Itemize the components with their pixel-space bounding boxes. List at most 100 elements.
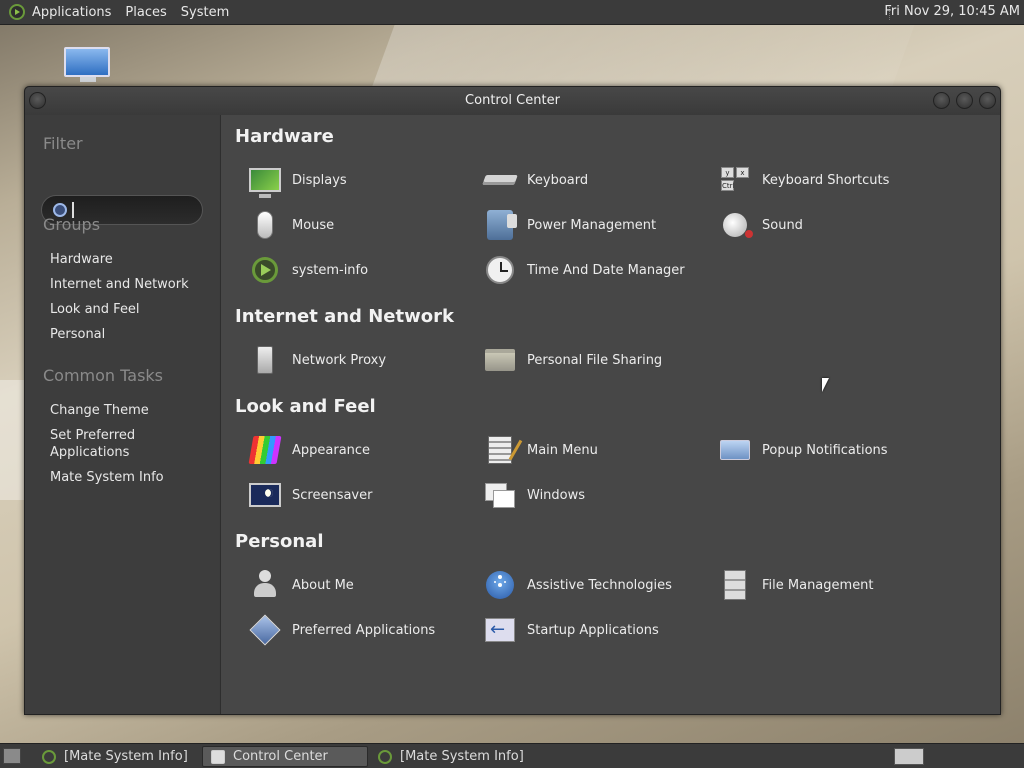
item-main-menu[interactable]: Main Menu xyxy=(483,433,598,467)
item-label: Displays xyxy=(292,172,347,188)
taskbar-item-mate-system-info[interactable]: [Mate System Info] xyxy=(34,746,199,767)
power-management-icon xyxy=(487,210,517,240)
titlebar[interactable]: Control Center xyxy=(25,87,1000,115)
item-network-proxy[interactable]: Network Proxy xyxy=(248,343,386,377)
item-label: File Management xyxy=(762,577,874,593)
close-button[interactable] xyxy=(979,92,996,109)
item-sound[interactable]: Sound xyxy=(718,208,803,242)
workspace-switcher[interactable] xyxy=(894,748,924,765)
task-mate-system-info[interactable]: Mate System Info xyxy=(50,469,164,486)
category-title-personal: Personal xyxy=(235,531,324,552)
keyboard-icon xyxy=(482,175,518,185)
show-desktop-button[interactable] xyxy=(3,748,21,764)
file-management-icon xyxy=(724,570,746,600)
item-assistive-technologies[interactable]: Assistive Technologies xyxy=(483,568,672,602)
item-label: Time And Date Manager xyxy=(527,262,685,278)
minimize-button[interactable] xyxy=(933,92,950,109)
folder-icon xyxy=(485,349,515,371)
control-center-icon xyxy=(211,749,225,764)
system-info-icon xyxy=(42,749,56,764)
item-label: system-info xyxy=(292,262,369,278)
task-label: Control Center xyxy=(233,749,328,764)
category-title-internet-network: Internet and Network xyxy=(235,306,454,327)
item-label: Sound xyxy=(762,217,803,233)
bottom-panel: [Mate System Info] Control Center [Mate … xyxy=(0,743,1024,768)
clock[interactable]: Fri Nov 29, 10:45 AM xyxy=(884,4,1020,19)
item-popup-notifications[interactable]: Popup Notifications xyxy=(718,433,888,467)
category-title-hardware: Hardware xyxy=(235,126,334,147)
item-label: Keyboard xyxy=(527,172,589,188)
item-label: Personal File Sharing xyxy=(527,352,663,368)
group-link-look-and-feel[interactable]: Look and Feel xyxy=(50,301,140,318)
clock-icon xyxy=(486,256,514,284)
item-label: Main Menu xyxy=(527,442,598,458)
filter-heading: Filter xyxy=(43,134,83,153)
item-mouse[interactable]: Mouse xyxy=(248,208,334,242)
windows-icon xyxy=(485,483,515,508)
mouse-pointer-icon xyxy=(822,378,829,392)
item-appearance[interactable]: Appearance xyxy=(248,433,370,467)
group-link-hardware[interactable]: Hardware xyxy=(50,251,113,268)
menu-applications[interactable]: Applications xyxy=(32,5,111,20)
item-label: Network Proxy xyxy=(292,352,387,368)
common-tasks-heading: Common Tasks xyxy=(43,366,164,385)
item-keyboard[interactable]: Keyboard xyxy=(482,163,589,197)
system-info-icon xyxy=(252,257,278,283)
sound-icon xyxy=(723,213,753,238)
item-label: About Me xyxy=(292,577,354,593)
about-me-icon xyxy=(252,570,278,600)
item-label: Popup Notifications xyxy=(762,442,888,458)
mouse-icon xyxy=(257,211,273,239)
preferred-applications-icon xyxy=(249,614,281,646)
mate-logo-icon[interactable] xyxy=(9,4,25,20)
item-preferred-applications[interactable]: Preferred Applications xyxy=(248,613,435,647)
group-link-personal[interactable]: Personal xyxy=(50,326,105,343)
group-link-internet-network[interactable]: Internet and Network xyxy=(50,276,189,293)
window-title: Control Center xyxy=(465,93,560,108)
item-about-me[interactable]: About Me xyxy=(248,568,354,602)
item-label: Keyboard Shortcuts xyxy=(762,172,890,188)
item-keyboard-shortcuts[interactable]: y x Ctrl Keyboard Shortcuts xyxy=(718,163,889,197)
item-label: Assistive Technologies xyxy=(527,577,672,593)
item-windows[interactable]: Windows xyxy=(483,478,585,512)
taskbar-item-control-center[interactable]: Control Center xyxy=(202,746,368,767)
item-label: Mouse xyxy=(292,217,335,233)
sidebar: Filter Groups Hardware Internet and Netw… xyxy=(25,115,219,714)
groups-heading: Groups xyxy=(43,215,101,234)
item-file-management[interactable]: File Management xyxy=(718,568,874,602)
taskbar-item-mate-system-info-2[interactable]: [Mate System Info] xyxy=(370,746,535,767)
content-area: Hardware Displays Keyboard y x Ctrl Keyboar… xyxy=(220,115,1000,714)
startup-applications-icon xyxy=(485,618,515,642)
screensaver-icon xyxy=(249,483,281,507)
menu-places[interactable]: Places xyxy=(125,5,166,20)
item-label: Appearance xyxy=(292,442,371,458)
task-change-theme[interactable]: Change Theme xyxy=(50,402,149,419)
item-label: Preferred Applications xyxy=(292,622,436,638)
item-label: Windows xyxy=(527,487,586,503)
menu-system[interactable]: System xyxy=(181,5,229,20)
item-label: Startup Applications xyxy=(527,622,659,638)
task-set-preferred-applications[interactable]: Set Preferred Applications xyxy=(50,427,135,461)
accessibility-icon xyxy=(486,571,514,599)
popup-notifications-icon xyxy=(720,440,750,460)
item-personal-file-sharing[interactable]: Personal File Sharing xyxy=(483,343,662,377)
computer-desktop-icon[interactable] xyxy=(64,47,112,83)
main-menu-icon xyxy=(488,436,512,464)
keyboard-shortcuts-icon: y x Ctrl xyxy=(720,166,750,194)
item-system-info[interactable]: system-info xyxy=(248,253,368,287)
appearance-icon xyxy=(248,436,282,464)
item-label: Screensaver xyxy=(292,487,373,503)
top-panel: Applications Places System Fri Nov 29, 1… xyxy=(0,0,1024,25)
item-screensaver[interactable]: Screensaver xyxy=(248,478,372,512)
system-info-icon xyxy=(378,749,392,764)
item-power-management[interactable]: Power Management xyxy=(483,208,656,242)
maximize-button[interactable] xyxy=(956,92,973,109)
item-label: Power Management xyxy=(527,217,657,233)
item-time-and-date-manager[interactable]: Time And Date Manager xyxy=(483,253,685,287)
task-label: [Mate System Info] xyxy=(400,749,524,764)
item-startup-applications[interactable]: Startup Applications xyxy=(483,613,659,647)
displays-icon xyxy=(249,168,281,198)
task-label: [Mate System Info] xyxy=(64,749,188,764)
item-displays[interactable]: Displays xyxy=(248,163,347,198)
control-center-window: Control Center Filter Groups Hardware In… xyxy=(24,86,1001,715)
